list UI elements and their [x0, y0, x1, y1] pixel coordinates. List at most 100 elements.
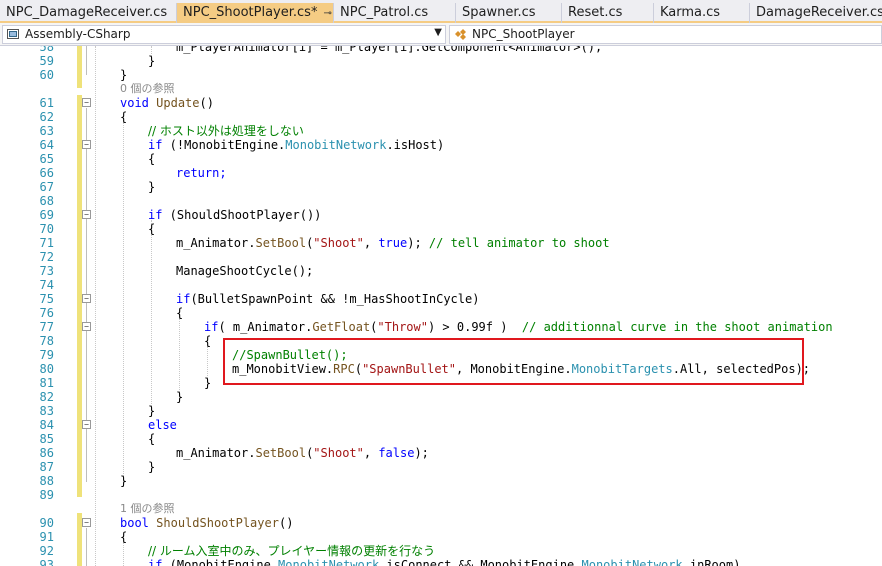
code-line[interactable]: }	[148, 54, 155, 68]
code-text: {	[204, 334, 212, 348]
code-text: .isConnect && MonobitEngine.	[379, 558, 582, 566]
line-number: 89	[39, 488, 54, 502]
code-keyword: bool	[120, 516, 149, 530]
code-keyword: true	[378, 236, 408, 250]
reference-count[interactable]: 0 個の参照	[120, 82, 175, 96]
indent-guide	[95, 46, 96, 566]
code-line[interactable]: // ホスト以外は処理をしない	[148, 124, 304, 138]
line-number: 67	[39, 180, 54, 194]
code-text: ()	[278, 516, 294, 530]
tab-npc-shootplayer[interactable]: NPC_ShootPlayer.cs*⊸×	[177, 3, 334, 23]
code-line[interactable]: bool ShouldShootPlayer()	[120, 516, 293, 530]
code-type: MonobitNetwork	[581, 558, 683, 566]
collapse-icon[interactable]: −	[82, 140, 91, 149]
code-line[interactable]: if(BulletSpawnPoint && !m_HasShootInCycl…	[176, 292, 479, 306]
collapse-icon[interactable]: −	[82, 518, 91, 527]
code-text: }	[120, 68, 128, 82]
tab-label: NPC_Patrol.cs	[340, 5, 429, 20]
class-dropdown[interactable]: NPC_ShootPlayer	[449, 25, 882, 44]
tab-label: Spawner.cs	[462, 5, 536, 20]
line-number: 79	[39, 348, 54, 362]
code-text: m_PlayerAnimator[i] = m_Player[i].GetCom…	[176, 46, 603, 54]
code-text: m_Animator.	[176, 446, 256, 460]
code-line[interactable]: m_PlayerAnimator[i] = m_Player[i].GetCom…	[176, 46, 602, 54]
code-line[interactable]: ManageShootCycle();	[176, 264, 313, 278]
tab-label: Reset.cs	[568, 5, 623, 20]
code-line[interactable]: {	[148, 222, 155, 236]
collapse-icon[interactable]: −	[82, 98, 91, 107]
line-number: 81	[39, 376, 54, 390]
project-name: Assembly-CSharp	[25, 27, 131, 41]
line-number: 64	[39, 138, 54, 152]
line-number: 60	[39, 68, 54, 82]
code-text: }	[148, 460, 156, 474]
tab-karma[interactable]: Karma.cs	[654, 3, 750, 23]
csharp-project-icon	[7, 29, 19, 39]
code-type: MonobitNetwork	[278, 558, 380, 566]
change-marker	[77, 46, 82, 88]
code-line[interactable]: if( m_Animator.GetFloat("Throw") > 0.99f…	[204, 320, 833, 334]
tab-damagereceiver[interactable]: DamageReceiver.cs	[750, 3, 882, 23]
code-line[interactable]: if (!MonobitEngine.MonobitNetwork.isHost…	[148, 138, 444, 152]
line-number: 82	[39, 390, 54, 404]
tab-reset[interactable]: Reset.cs	[562, 3, 654, 23]
code-text: ,	[363, 236, 379, 250]
code-line[interactable]: }	[148, 180, 155, 194]
code-line[interactable]: return;	[176, 166, 227, 180]
code-keyword: if	[148, 138, 163, 152]
code-line[interactable]: void Update()	[120, 96, 214, 110]
tab-spawner[interactable]: Spawner.cs	[456, 3, 562, 23]
code-line[interactable]: if (MonobitEngine.MonobitNetwork.isConne…	[148, 558, 740, 566]
line-number: 92	[39, 544, 54, 558]
line-number: 69	[39, 208, 54, 222]
code-text: (!MonobitEngine.	[162, 138, 286, 152]
code-text: ( m_Animator.	[218, 320, 313, 334]
code-line[interactable]: }	[176, 390, 183, 404]
code-text: {	[120, 110, 128, 124]
code-line[interactable]: m_Animator.SetBool("Shoot", true); // te…	[176, 236, 610, 250]
change-marker	[77, 95, 82, 221]
tab-npc-damagereceiver[interactable]: NPC_DamageReceiver.cs	[0, 3, 177, 23]
code-line[interactable]: // ルーム入室中のみ、プレイヤー情報の更新を行なう	[148, 544, 435, 558]
code-editor[interactable]: − − − − − − − 58 59 60 61 62 63 64 65 66…	[0, 46, 882, 566]
line-number: 62	[39, 110, 54, 124]
code-text: .inRoom)	[682, 558, 741, 566]
tab-label: DamageReceiver.cs	[756, 5, 882, 20]
code-line[interactable]: if (ShouldShootPlayer())	[148, 208, 321, 222]
code-line[interactable]: {	[148, 432, 155, 446]
code-line[interactable]: {	[120, 110, 127, 124]
code-keyword: void	[120, 96, 149, 110]
code-line[interactable]: }	[204, 376, 211, 390]
code-line[interactable]: {	[148, 152, 155, 166]
reference-count[interactable]: 1 個の参照	[120, 502, 175, 516]
code-line[interactable]: {	[120, 530, 127, 544]
code-line[interactable]: {	[204, 334, 211, 348]
code-line[interactable]: }	[120, 474, 127, 488]
tab-npc-patrol[interactable]: NPC_Patrol.cs	[334, 3, 456, 23]
code-line[interactable]: }	[148, 460, 155, 474]
code-text: );	[414, 446, 429, 460]
chevron-down-icon[interactable]: ▼	[434, 27, 442, 38]
code-method: SetBool	[255, 446, 307, 460]
code-text: }	[148, 54, 156, 68]
collapse-icon[interactable]: −	[82, 294, 91, 303]
project-dropdown[interactable]: Assembly-CSharp ▼	[2, 25, 446, 44]
code-text: {	[148, 432, 156, 446]
code-line[interactable]: }	[120, 68, 127, 82]
collapse-icon[interactable]: −	[82, 210, 91, 219]
pin-icon[interactable]: ⊸	[323, 8, 331, 19]
code-comment: // ルーム入室中のみ、プレイヤー情報の更新を行なう	[148, 544, 436, 558]
code-line[interactable]: }	[148, 404, 155, 418]
code-line[interactable]: {	[176, 306, 183, 320]
code-line[interactable]: else	[148, 418, 177, 432]
indent-guide	[179, 318, 180, 396]
code-line[interactable]: m_Animator.SetBool("Shoot", false);	[176, 446, 429, 460]
code-text: (MonobitEngine.	[162, 558, 279, 566]
line-number: 83	[39, 404, 54, 418]
indent-guide	[123, 542, 124, 566]
class-icon	[455, 29, 466, 40]
collapse-icon[interactable]: −	[82, 322, 91, 331]
line-number: 85	[39, 432, 54, 446]
line-number: 66	[39, 166, 54, 180]
collapse-icon[interactable]: −	[82, 420, 91, 429]
